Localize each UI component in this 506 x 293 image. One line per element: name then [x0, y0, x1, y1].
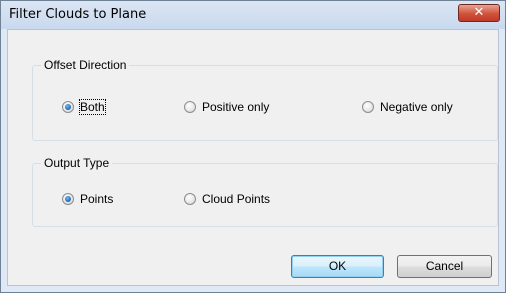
radio-points-indicator — [62, 193, 74, 205]
close-button[interactable]: ✕ — [458, 4, 500, 22]
radio-points-label: Points — [80, 192, 114, 206]
radio-negative-only-label: Negative only — [380, 100, 453, 114]
radio-both[interactable]: Both — [62, 99, 106, 115]
radio-positive-only-label: Positive only — [202, 100, 270, 114]
radio-cloud-points-label: Cloud Points — [202, 192, 271, 206]
output-type-legend: Output Type — [41, 156, 113, 170]
radio-positive-only-indicator — [184, 101, 196, 113]
title-bar[interactable]: Filter Clouds to Plane ✕ — [1, 1, 505, 29]
radio-points[interactable]: Points — [62, 191, 113, 207]
offset-direction-legend: Offset Direction — [41, 58, 130, 72]
radio-negative-only[interactable]: Negative only — [362, 99, 453, 115]
dialog-window: Filter Clouds to Plane ✕ Offset Directio… — [0, 0, 506, 293]
radio-negative-only-indicator — [362, 101, 374, 113]
radio-both-indicator — [62, 101, 74, 113]
offset-direction-group: Offset Direction Both Positive only Nega… — [32, 58, 498, 141]
radio-both-label: Both — [79, 99, 106, 115]
radio-positive-only[interactable]: Positive only — [184, 99, 269, 115]
radio-cloud-points-indicator — [184, 193, 196, 205]
cancel-button[interactable]: Cancel — [397, 255, 492, 278]
dialog-title: Filter Clouds to Plane — [9, 7, 147, 22]
output-type-group: Output Type Points Cloud Points — [32, 156, 498, 227]
ok-button[interactable]: OK — [291, 255, 384, 278]
radio-cloud-points[interactable]: Cloud Points — [184, 191, 270, 207]
dialog-body: Offset Direction Both Positive only Nega… — [7, 29, 499, 286]
close-icon: ✕ — [473, 5, 485, 20]
